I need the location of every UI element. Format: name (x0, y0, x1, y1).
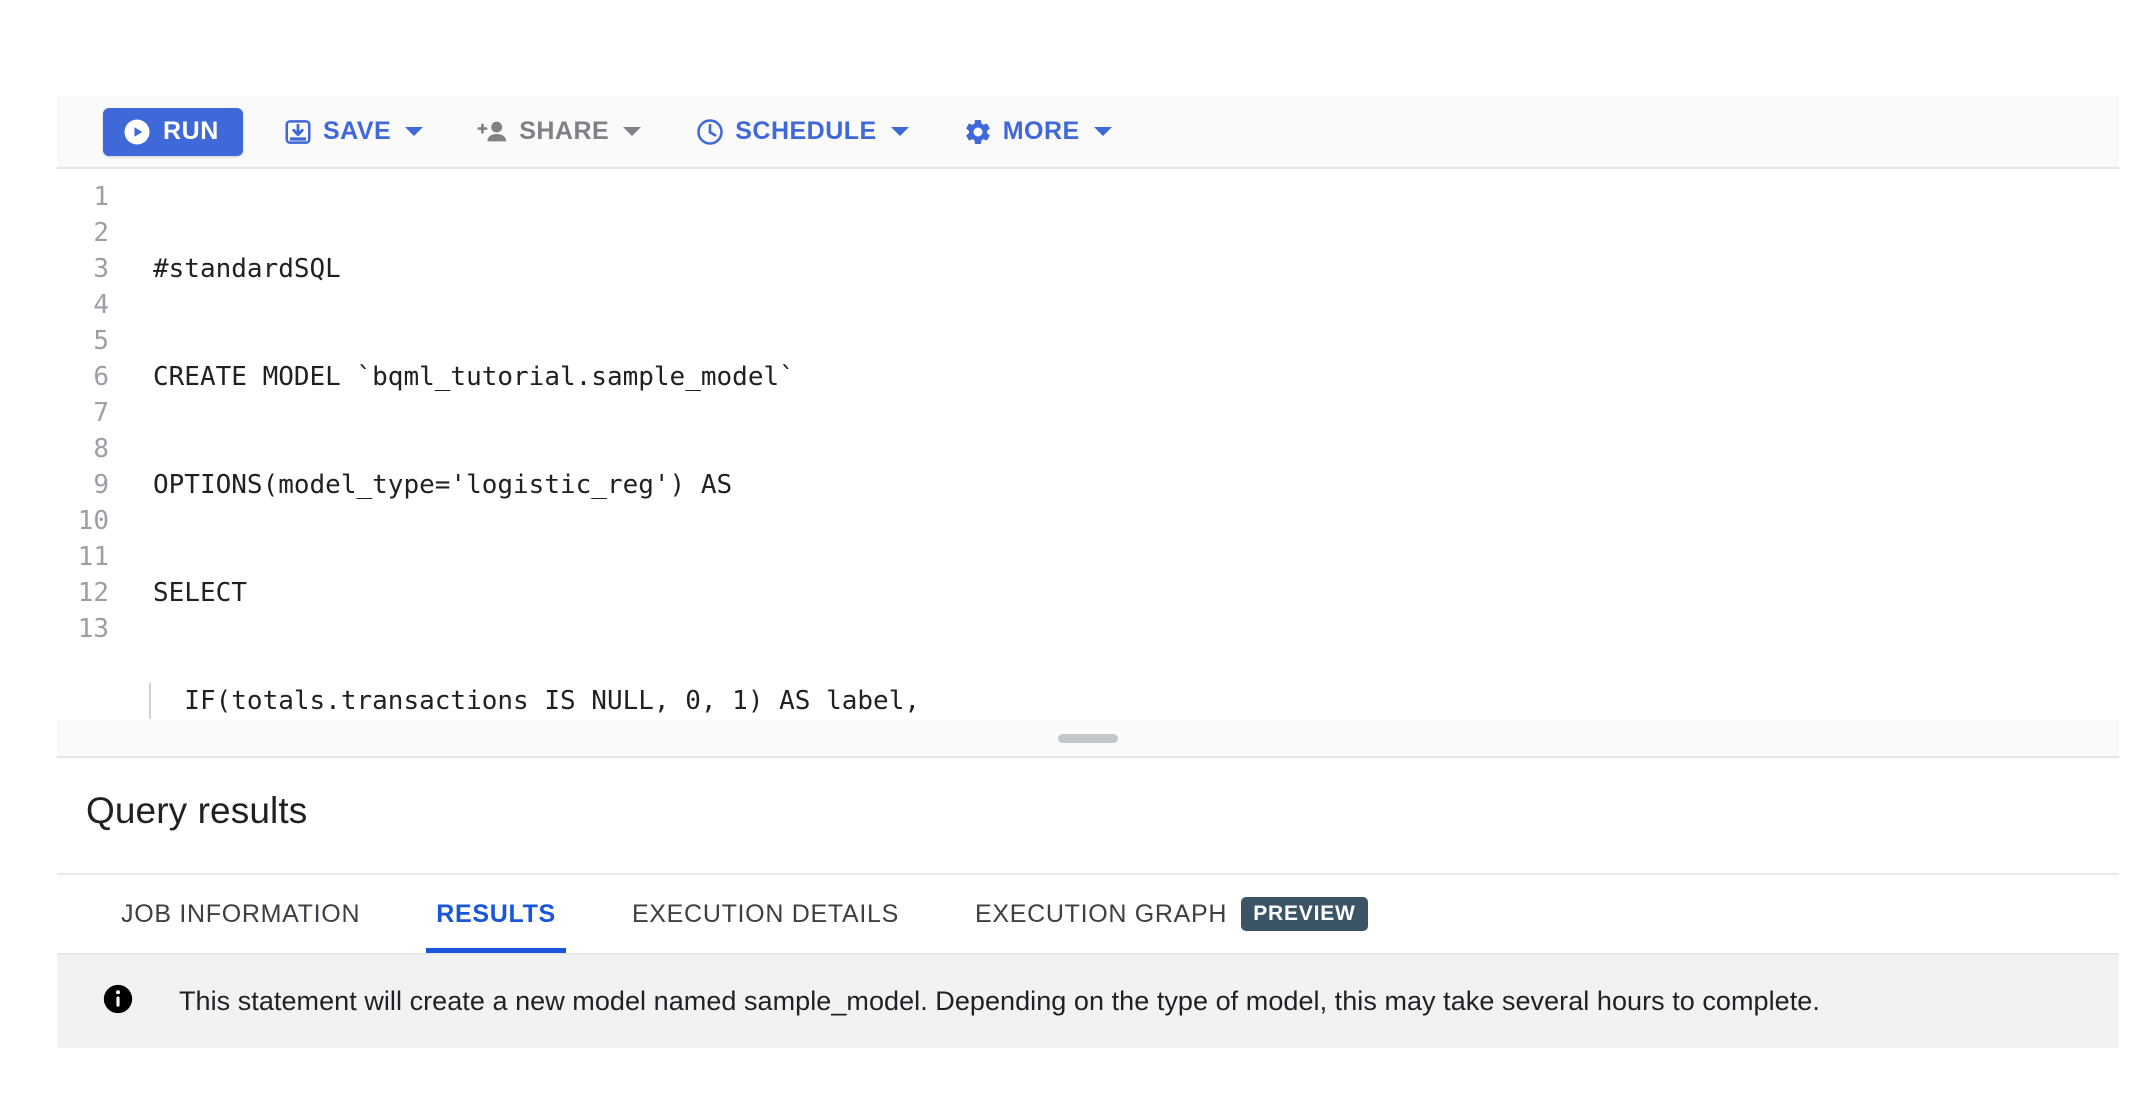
schedule-button[interactable]: SCHEDULE (681, 108, 923, 156)
chevron-down-icon (623, 127, 642, 136)
line-number: 4 (93, 290, 109, 320)
share-button-label: SHARE (519, 117, 610, 145)
tab-label: EXECUTION GRAPH (974, 899, 1228, 928)
line-number: 5 (93, 326, 109, 356)
line-number: 1 (93, 182, 109, 212)
tab-label: JOB INFORMATION (121, 899, 361, 928)
tab-label: RESULTS (436, 899, 556, 928)
code-line: SELECT (153, 578, 247, 608)
run-button[interactable]: RUN (103, 107, 243, 156)
chevron-down-icon (405, 127, 424, 136)
resize-handle[interactable] (1058, 734, 1118, 743)
code-line: #standardSQL (153, 254, 341, 284)
info-message-bar: This statement will create a new model n… (57, 955, 2119, 1048)
line-number: 7 (93, 398, 109, 428)
line-number: 3 (93, 254, 109, 284)
line-number-gutter: 1 2 3 4 5 6 7 8 9 10 11 12 13 (57, 179, 125, 720)
tab-label: EXECUTION DETAILS (631, 899, 899, 928)
line-number: 13 (77, 614, 109, 644)
line-number: 10 (77, 506, 109, 536)
tab-execution-graph[interactable]: EXECUTION GRAPH PREVIEW (937, 875, 1406, 953)
query-editor-toolbar: RUN SAVE SHARE SCHEDULE MORE (57, 96, 2119, 169)
chevron-down-icon (1093, 127, 1112, 136)
run-button-label: RUN (163, 117, 219, 145)
sql-code-editor[interactable]: 1 2 3 4 5 6 7 8 9 10 11 12 13 #standardS… (57, 169, 2119, 720)
code-area[interactable]: 1 2 3 4 5 6 7 8 9 10 11 12 13 #standardS… (57, 169, 2119, 720)
clock-icon (695, 117, 725, 147)
bigquery-query-editor-page: RUN SAVE SHARE SCHEDULE MORE 1 2 3 4 5 6… (0, 0, 2139, 1118)
save-button-label: SAVE (322, 117, 392, 145)
results-tabbar: JOB INFORMATION RESULTS EXECUTION DETAIL… (57, 873, 2119, 955)
tab-job-information[interactable]: JOB INFORMATION (83, 875, 398, 953)
line-number: 11 (77, 542, 109, 572)
info-message-text: This statement will create a new model n… (179, 986, 1820, 1016)
save-button[interactable]: SAVE (269, 108, 437, 156)
more-button-label: MORE (1002, 117, 1080, 145)
code-line: CREATE MODEL `bqml_tutorial.sample_model… (153, 362, 795, 392)
line-number: 8 (93, 434, 109, 464)
line-number: 6 (93, 362, 109, 392)
code-line: IF(totals.transactions IS NULL, 0, 1) AS… (149, 683, 2119, 719)
play-circle-icon (122, 117, 152, 147)
share-button[interactable]: SHARE (463, 108, 655, 156)
line-number: 2 (93, 218, 109, 248)
chevron-down-icon (890, 127, 909, 136)
tab-execution-details[interactable]: EXECUTION DETAILS (594, 875, 937, 953)
tab-results[interactable]: RESULTS (398, 875, 594, 953)
code-text[interactable]: #standardSQL CREATE MODEL `bqml_tutorial… (125, 179, 2119, 720)
editor-resizer-zone (57, 720, 2119, 758)
preview-badge: PREVIEW (1241, 897, 1368, 931)
line-number: 9 (93, 470, 109, 500)
query-results-title: Query results (86, 790, 308, 831)
person-add-icon (477, 117, 509, 147)
schedule-button-label: SCHEDULE (735, 117, 877, 145)
info-icon (101, 982, 135, 1021)
code-line: OPTIONS(model_type='logistic_reg') AS (153, 470, 733, 500)
save-icon (283, 117, 313, 147)
line-number: 12 (77, 578, 109, 608)
more-button[interactable]: MORE (949, 108, 1126, 156)
gear-icon (963, 117, 993, 147)
